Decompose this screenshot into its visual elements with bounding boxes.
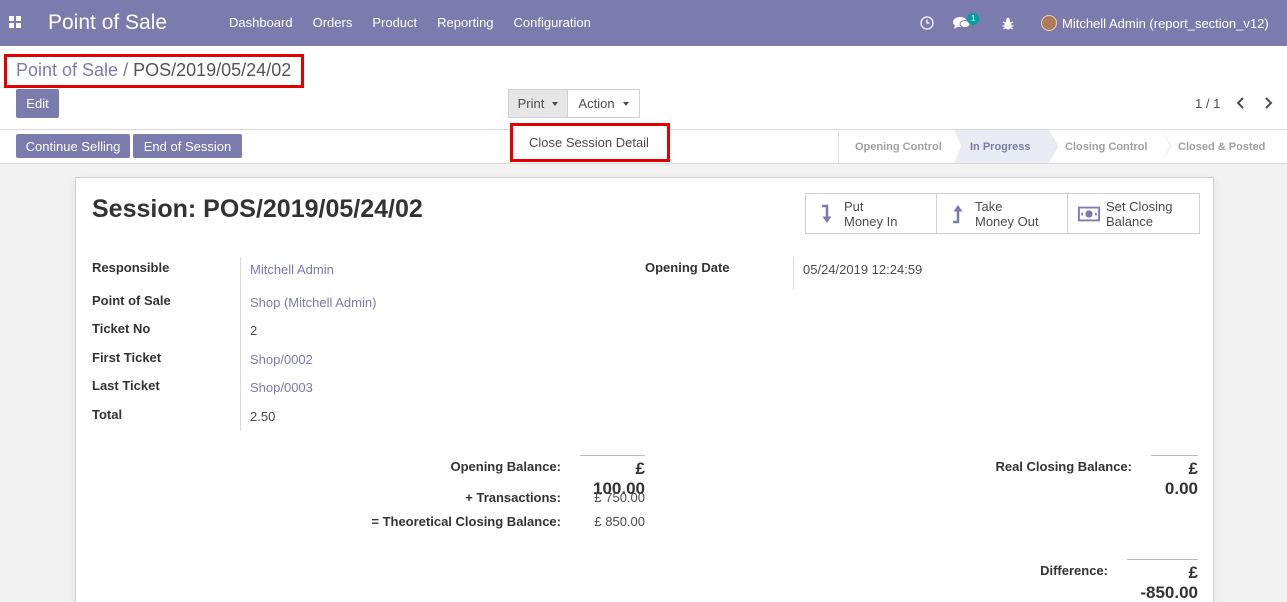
action-button[interactable]: Action — [567, 89, 640, 118]
stage-pipeline: Opening Control In Progress Closing Cont… — [838, 130, 1287, 163]
real-closing-value: £ 0.00 — [1151, 455, 1198, 499]
control-panel: Point of Sale / POS/2019/05/24/02 Edit Pri… — [0, 46, 1287, 130]
print-button[interactable]: Print — [508, 89, 568, 118]
last-ticket-value[interactable]: Shop/0003 — [250, 380, 313, 395]
menu-dashboard[interactable]: Dashboard — [219, 15, 303, 30]
top-navbar: Point of Sale Dashboard Orders Product R… — [0, 0, 1287, 46]
total-value: 2.50 — [250, 409, 276, 424]
set-closing-balance-button[interactable]: Set Closing Balance — [1068, 194, 1199, 233]
print-dropdown-menu: Close Session Detail — [510, 123, 670, 162]
stage-closing-control: Closing Control — [1049, 130, 1171, 163]
menu-product[interactable]: Product — [362, 15, 427, 30]
level-up-icon — [947, 204, 969, 224]
end-of-session-button[interactable]: End of Session — [133, 134, 242, 158]
continue-selling-button[interactable]: Continue Selling — [16, 134, 130, 158]
first-ticket-value[interactable]: Shop/0002 — [250, 352, 313, 367]
difference-value: £ -850.00 — [1127, 559, 1198, 602]
user-menu[interactable]: Mitchell Admin (report_section_v12) — [1041, 15, 1269, 31]
point-of-sale-value[interactable]: Shop (Mitchell Admin) — [250, 295, 376, 310]
difference-label: Difference: — [1040, 563, 1108, 578]
put-money-in-button[interactable]: Put Money In — [806, 194, 937, 233]
take-money-out-button[interactable]: Take Money Out — [937, 194, 1068, 233]
bug-icon[interactable] — [1002, 0, 1014, 46]
level-down-icon — [816, 204, 838, 224]
edit-button[interactable]: Edit — [16, 89, 59, 118]
highlight-box-breadcrumb — [4, 54, 304, 88]
opening-date-value: 05/24/2019 12:24:59 — [803, 262, 923, 277]
chevron-right-icon[interactable] — [1263, 97, 1273, 109]
first-ticket-label: First Ticket — [92, 350, 162, 365]
avatar — [1041, 15, 1057, 31]
smart-buttons: Put Money In Take Money Out Set Closing Bal… — [805, 193, 1200, 234]
chat-count-badge: 1 — [967, 13, 980, 25]
responsible-label: Responsible — [92, 260, 170, 275]
stage-closed-posted: Closed & Posted — [1178, 140, 1266, 153]
caret-down-icon — [622, 101, 629, 106]
apps-menu-icon[interactable] — [9, 16, 23, 30]
chat-icon[interactable] — [953, 0, 970, 46]
real-closing-label: Real Closing Balance: — [995, 459, 1132, 474]
user-name: Mitchell Admin (report_section_v12) — [1062, 15, 1269, 31]
pager-value[interactable]: 1 / 1 — [1195, 96, 1220, 111]
main-menu: Dashboard Orders Product Reporting Confi… — [219, 15, 601, 30]
form-sheet: Session: POS/2019/05/24/02 Put Money In T… — [75, 177, 1214, 602]
stage-opening-control: Opening Control — [839, 130, 963, 163]
field-divider — [793, 257, 794, 289]
caret-down-icon — [552, 101, 559, 106]
money-icon — [1078, 206, 1100, 222]
transactions-value: £ 750.00 — [594, 490, 645, 505]
action-label: Action — [578, 96, 615, 111]
ticket-no-label: Ticket No — [92, 321, 151, 336]
menu-reporting[interactable]: Reporting — [427, 15, 503, 30]
menu-orders[interactable]: Orders — [303, 15, 363, 30]
close-session-detail-item[interactable]: Close Session Detail — [529, 135, 649, 150]
opening-date-label: Opening Date — [645, 260, 730, 275]
ticket-no-value: 2 — [250, 323, 258, 338]
theoretical-closing-value: £ 850.00 — [594, 514, 645, 529]
last-ticket-label: Last Ticket — [92, 378, 160, 393]
page-title: Session: POS/2019/05/24/02 — [92, 195, 423, 223]
transactions-label: + Transactions: — [465, 490, 561, 505]
point-of-sale-label: Point of Sale — [92, 293, 171, 308]
total-label: Total — [92, 407, 123, 422]
responsible-value[interactable]: Mitchell Admin — [250, 262, 334, 277]
print-label: Print — [517, 96, 545, 111]
activity-clock-icon[interactable] — [920, 0, 934, 46]
app-name[interactable]: Point of Sale — [48, 11, 167, 35]
theoretical-closing-label: = Theoretical Closing Balance: — [371, 514, 561, 529]
menu-configuration[interactable]: Configuration — [504, 15, 601, 30]
chevron-left-icon[interactable] — [1236, 97, 1246, 109]
field-divider — [240, 257, 241, 431]
stage-in-progress: In Progress — [954, 130, 1058, 163]
opening-balance-label: Opening Balance: — [450, 459, 561, 474]
